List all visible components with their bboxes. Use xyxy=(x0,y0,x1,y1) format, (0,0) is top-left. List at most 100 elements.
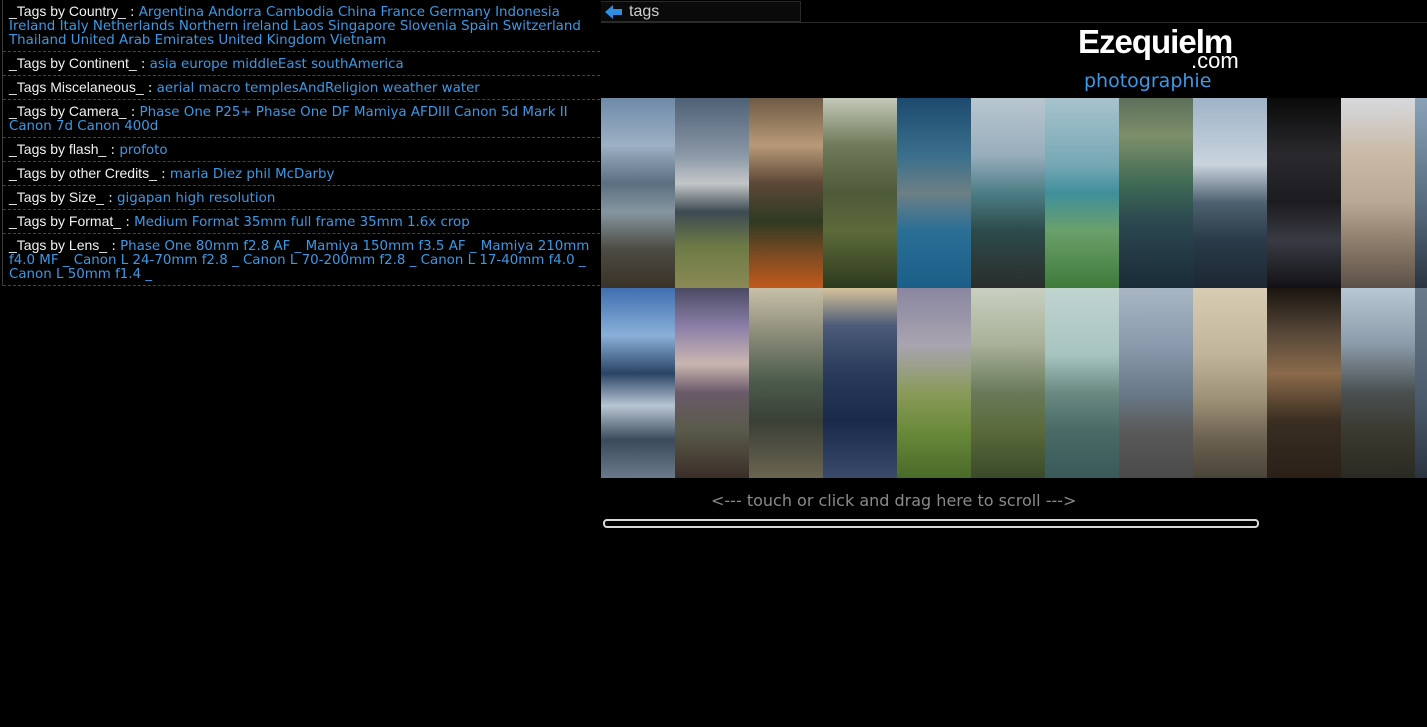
tag-link[interactable]: Mamiya 150mm f3.5 AF _ xyxy=(306,239,477,254)
photo-thumbnail[interactable] xyxy=(897,98,971,288)
tag-link[interactable]: United Arab Emirates xyxy=(71,33,214,48)
tag-link[interactable]: Canon 400d xyxy=(77,119,158,134)
photo-thumbnail[interactable] xyxy=(971,288,1045,478)
tag-link[interactable]: Canon 7d xyxy=(9,119,73,134)
tag-link[interactable]: Switzerland xyxy=(503,19,581,34)
tag-group-row: _Tags Miscelaneous_ : aerial macro templ… xyxy=(3,76,600,100)
photo-thumbnail[interactable] xyxy=(1119,98,1193,288)
top-bar: tags xyxy=(601,0,1427,23)
tag-link[interactable]: asia xyxy=(150,57,177,72)
tag-link[interactable]: Laos xyxy=(293,19,324,34)
tag-link[interactable]: Ireland xyxy=(9,19,55,34)
tag-link[interactable]: Thailand xyxy=(9,33,67,48)
tag-group-row: _Tags by Continent_ : asia europe middle… xyxy=(3,52,600,76)
tag-link[interactable]: maria Diez xyxy=(170,167,242,182)
photo-thumbnail[interactable] xyxy=(1415,98,1427,288)
tag-link[interactable]: China xyxy=(338,5,376,20)
tag-link[interactable]: Phase One P25+ xyxy=(140,105,252,120)
tag-link[interactable]: Cambodia xyxy=(266,5,334,20)
tag-links: Medium Format 35mm full frame 35mm 1.6x … xyxy=(134,215,470,230)
photo-thumbnail[interactable] xyxy=(1193,288,1267,478)
tag-link[interactable]: profoto xyxy=(119,143,167,158)
tag-link[interactable]: phil McDarby xyxy=(246,167,334,182)
tag-link[interactable]: Canon 5d Mark II xyxy=(454,105,567,120)
tag-link[interactable]: Slovenia xyxy=(400,19,457,34)
tag-link[interactable]: aerial xyxy=(157,81,195,96)
tag-group-row: _Tags by other Credits_ : maria Diez phi… xyxy=(3,162,600,186)
photo-thumbnail[interactable] xyxy=(601,98,675,288)
tag-link[interactable]: Germany xyxy=(429,5,491,20)
site-logo[interactable]: Ezequielm .com photographie xyxy=(1076,23,1256,96)
tag-link[interactable]: Northern ireland xyxy=(179,19,289,34)
tag-link[interactable]: Italy xyxy=(60,19,89,34)
tag-group-row: _Tags by Size_ : gigapan high resolution xyxy=(3,186,600,210)
photo-thumbnail[interactable] xyxy=(1267,98,1341,288)
tag-group-label: _Tags by flash_ xyxy=(9,141,107,157)
tag-link[interactable]: Canon L 50mm f1.4 _ xyxy=(9,267,152,282)
tag-group-label: _Tags by Continent_ xyxy=(9,55,137,71)
tag-link[interactable]: macro xyxy=(199,81,241,96)
scroll-hint: <--- touch or click and drag here to scr… xyxy=(711,491,1077,510)
tag-link[interactable]: Netherlands xyxy=(93,19,175,34)
tag-link[interactable]: Canon L 17-40mm f4.0 _ xyxy=(421,253,586,268)
tag-group-label: _Tags by Size_ xyxy=(9,189,104,205)
tag-link[interactable]: Vietnam xyxy=(330,33,386,48)
tag-link[interactable]: Canon L 70-200mm f2.8 _ xyxy=(243,253,416,268)
tag-separator: : xyxy=(106,143,120,158)
photo-gallery[interactable] xyxy=(601,98,1427,478)
tag-group-label: _Tags Miscelaneous_ xyxy=(9,79,144,95)
tag-link[interactable]: 35mm 1.6x crop xyxy=(360,215,470,230)
tag-link[interactable]: Singapore xyxy=(328,19,396,34)
photo-thumbnail[interactable] xyxy=(897,288,971,478)
tag-group-row: _Tags by Country_ : Argentina Andorra Ca… xyxy=(3,0,600,52)
photo-thumbnail[interactable] xyxy=(675,98,749,288)
photo-thumbnail[interactable] xyxy=(749,98,823,288)
tag-link[interactable]: southAmerica xyxy=(311,57,404,72)
photo-thumbnail[interactable] xyxy=(1341,288,1415,478)
tag-group-label: _Tags by Format_ xyxy=(9,213,122,229)
photo-thumbnail[interactable] xyxy=(1193,98,1267,288)
back-to-tags-button[interactable]: tags xyxy=(601,1,801,22)
tag-link[interactable]: Argentina xyxy=(139,5,204,20)
tag-link[interactable]: Andorra xyxy=(208,5,261,20)
tag-link[interactable]: Canon L 24-70mm f2.8 _ xyxy=(74,253,239,268)
tag-link[interactable]: Indonesia xyxy=(495,5,560,20)
tag-link[interactable]: Spain xyxy=(461,19,498,34)
tag-link[interactable]: Phase One 80mm f2.8 AF _ xyxy=(120,239,301,254)
tag-link[interactable]: water xyxy=(442,81,480,96)
photo-thumbnail[interactable] xyxy=(823,288,897,478)
tag-link[interactable]: templesAndReligion xyxy=(245,81,378,96)
photo-thumbnail[interactable] xyxy=(749,288,823,478)
tag-group-label: _Tags by Camera_ xyxy=(9,103,127,119)
tag-separator: : xyxy=(143,81,157,96)
photo-thumbnail[interactable] xyxy=(1415,288,1427,478)
tag-link[interactable]: high resolution xyxy=(175,191,275,206)
tag-link[interactable]: Phase One DF xyxy=(256,105,350,120)
tag-link[interactable]: United Kingdom xyxy=(218,33,325,48)
photo-thumbnail[interactable] xyxy=(1341,98,1415,288)
tag-link[interactable]: europe xyxy=(181,57,228,72)
photo-thumbnail[interactable] xyxy=(971,98,1045,288)
photo-thumbnail[interactable] xyxy=(1045,288,1119,478)
tag-link[interactable]: middleEast xyxy=(232,57,307,72)
tag-group-row: _Tags by Camera_ : Phase One P25+ Phase … xyxy=(3,100,600,138)
tag-link[interactable]: gigapan xyxy=(117,191,171,206)
back-tab-label: tags xyxy=(629,2,660,20)
tag-links: profoto xyxy=(119,143,167,158)
photo-thumbnail[interactable] xyxy=(1267,288,1341,478)
gallery-scrollbar[interactable] xyxy=(603,519,1259,528)
photo-thumbnail[interactable] xyxy=(823,98,897,288)
photo-thumbnail[interactable] xyxy=(1119,288,1193,478)
tag-separator: : xyxy=(156,167,170,182)
tag-links: aerial macro templesAndReligion weather … xyxy=(157,81,480,96)
photo-thumbnail[interactable] xyxy=(601,288,675,478)
tag-link[interactable]: Medium Format xyxy=(134,215,239,230)
tag-link[interactable]: 35mm full frame xyxy=(243,215,355,230)
tag-link[interactable]: Mamiya AFDIII xyxy=(354,105,450,120)
tag-separator: : xyxy=(125,5,139,20)
tag-link[interactable]: weather xyxy=(383,81,438,96)
photo-thumbnail[interactable] xyxy=(675,288,749,478)
photo-thumbnail[interactable] xyxy=(1045,98,1119,288)
tag-link[interactable]: France xyxy=(380,5,425,20)
tag-separator: : xyxy=(121,215,135,230)
